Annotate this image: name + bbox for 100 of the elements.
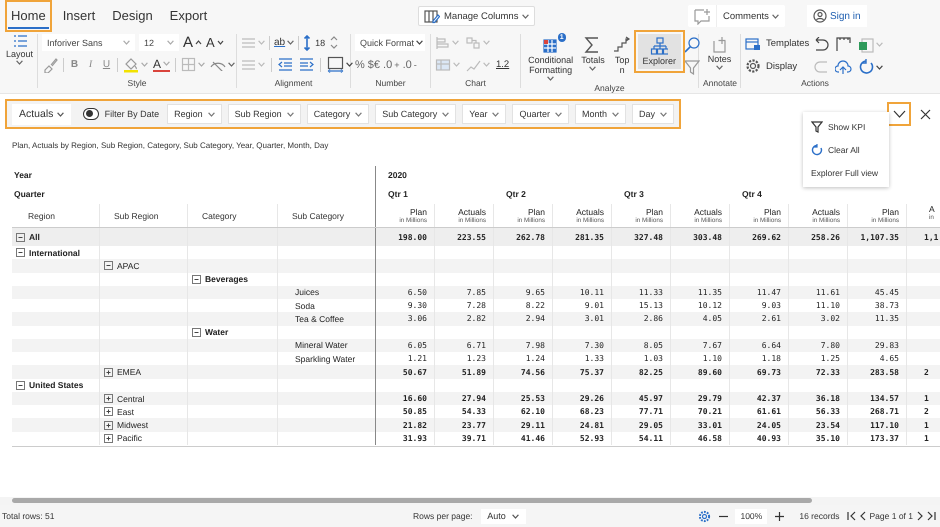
expand-button[interactable] bbox=[104, 434, 113, 443]
upload-button[interactable] bbox=[835, 59, 852, 75]
column-header: Category bbox=[188, 204, 278, 227]
quick-format-select[interactable]: Quick Format bbox=[355, 34, 425, 51]
font-select[interactable]: Inforiver Sans bbox=[42, 34, 135, 51]
table-cell-text: 2 bbox=[923, 366, 930, 379]
expand-button[interactable] bbox=[104, 368, 113, 377]
filter-button[interactable] bbox=[684, 59, 700, 75]
notes-button[interactable]: Notes bbox=[706, 34, 734, 72]
ribbon-button[interactable]: Explorer bbox=[638, 34, 682, 69]
format-button[interactable]: $€ bbox=[368, 58, 380, 70]
refresh-button[interactable] bbox=[858, 59, 884, 75]
table-cell: 39.71 bbox=[435, 432, 494, 445]
scrollbar[interactable] bbox=[0, 497, 940, 505]
format-button[interactable]: % bbox=[355, 58, 365, 70]
eye-slash-icon bbox=[210, 58, 226, 70]
chevron-icon bbox=[442, 112, 450, 116]
filter-dropdown[interactable]: Category bbox=[306, 104, 370, 124]
toggle-switch[interactable] bbox=[83, 108, 99, 120]
menu-item[interactable]: Show KPI bbox=[803, 115, 889, 138]
column-header: Plan bbox=[882, 206, 899, 216]
sign-in-button[interactable]: Sign in bbox=[806, 5, 867, 27]
lines-icon bbox=[241, 36, 256, 50]
previous-page-button[interactable] bbox=[860, 511, 866, 521]
collapse-button[interactable] bbox=[192, 328, 201, 337]
decimals-button[interactable]: 1.2 bbox=[496, 59, 510, 70]
collapse-button[interactable] bbox=[192, 274, 201, 284]
collapse-button[interactable] bbox=[16, 380, 25, 390]
wrap-text-button[interactable]: ab bbox=[274, 37, 294, 48]
templates-button[interactable]: Templates bbox=[745, 36, 810, 51]
chevron-icon bbox=[589, 66, 596, 71]
group-label: Actions bbox=[800, 78, 830, 88]
row-label: Soda bbox=[295, 300, 315, 311]
expand-button[interactable] bbox=[104, 420, 113, 430]
stairs-icon bbox=[613, 36, 632, 54]
layout-button[interactable]: Layout bbox=[4, 34, 36, 67]
fill-color-button[interactable] bbox=[123, 56, 148, 72]
table-cell: 6.64 bbox=[730, 338, 789, 352]
menu-item[interactable]: Explorer Full view bbox=[803, 161, 889, 184]
page-indicator: Page 1 of 1 bbox=[870, 511, 913, 521]
last-page-button[interactable] bbox=[927, 511, 936, 521]
settings-button[interactable] bbox=[698, 510, 712, 522]
line-height-spinner[interactable]: 18 bbox=[315, 35, 338, 50]
first-page-button[interactable] bbox=[846, 511, 856, 521]
chevron-icon bbox=[258, 62, 265, 67]
ribbon-button[interactable]: Totals bbox=[579, 34, 607, 73]
filter-dropdown[interactable]: Sub Region bbox=[228, 104, 301, 124]
column-header: Sub Category bbox=[278, 204, 376, 227]
indent-icon bbox=[299, 57, 314, 72]
row-label: Central bbox=[117, 394, 144, 404]
filter-dropdown[interactable]: Quarter bbox=[512, 104, 569, 124]
redo-icon bbox=[813, 59, 830, 75]
plus-box-icon bbox=[104, 420, 113, 430]
ribbon-tab[interactable]: Insert bbox=[60, 3, 98, 29]
box-size-button[interactable] bbox=[327, 56, 353, 73]
chevron-icon bbox=[512, 514, 519, 518]
collapse-button[interactable] bbox=[16, 232, 25, 242]
ribbon-button[interactable]: Top n bbox=[610, 34, 635, 77]
frame-button[interactable] bbox=[835, 36, 852, 53]
ribbon-tab[interactable]: Home bbox=[8, 3, 49, 29]
filter-dropdown[interactable]: Day bbox=[632, 104, 674, 124]
menu-item[interactable]: Clear All bbox=[803, 138, 889, 161]
filter-dropdown[interactable]: Year bbox=[462, 104, 506, 124]
collapse-button[interactable] bbox=[16, 248, 25, 258]
column-group-header: 2020 bbox=[388, 170, 407, 180]
filter-dropdown[interactable]: Month bbox=[574, 104, 626, 124]
column-header: Actuals bbox=[458, 206, 486, 216]
font-color-button[interactable]: A bbox=[153, 58, 170, 72]
ribbon-tab[interactable]: Export bbox=[166, 3, 210, 29]
column-header: Plan bbox=[410, 206, 427, 216]
ribbon-tab[interactable]: Design bbox=[109, 3, 156, 29]
table-cell: 29.26 bbox=[553, 392, 612, 406]
display-button[interactable]: Display bbox=[745, 58, 810, 74]
chevron-icon bbox=[492, 112, 500, 116]
expand-button[interactable] bbox=[104, 394, 113, 404]
collapse-button[interactable] bbox=[104, 261, 113, 270]
format-painter-button[interactable] bbox=[42, 56, 58, 72]
filter-dropdown[interactable]: Region bbox=[167, 104, 222, 124]
grow-font-button[interactable]: A bbox=[183, 34, 202, 51]
table-cell: 11.35 bbox=[671, 286, 730, 300]
chevron-icon bbox=[547, 76, 554, 81]
zoom-level[interactable]: 100% bbox=[735, 508, 768, 524]
outdent-button[interactable] bbox=[278, 57, 293, 72]
manage-columns-button[interactable]: Manage Columns bbox=[418, 6, 536, 26]
rows-per-page-select[interactable]: Auto bbox=[480, 508, 526, 524]
table-cell-text: 1,1 bbox=[923, 232, 940, 244]
shrink-font-button[interactable]: A bbox=[206, 35, 224, 50]
filter-dropdown[interactable]: Sub Category bbox=[375, 104, 456, 124]
next-page-button[interactable] bbox=[917, 511, 923, 521]
search-button[interactable] bbox=[684, 37, 700, 53]
zoom-in-button[interactable] bbox=[774, 512, 784, 520]
chevron-icon bbox=[416, 40, 424, 45]
indent-button[interactable] bbox=[299, 57, 314, 72]
expand-button[interactable] bbox=[104, 407, 113, 416]
excel-export-button[interactable] bbox=[858, 36, 884, 52]
font-size-select[interactable]: 12 bbox=[139, 34, 179, 51]
hide-button[interactable] bbox=[210, 58, 236, 70]
comment-icon bbox=[693, 7, 711, 25]
undo-button[interactable] bbox=[813, 36, 830, 52]
measure-select[interactable]: Actuals bbox=[12, 104, 72, 124]
